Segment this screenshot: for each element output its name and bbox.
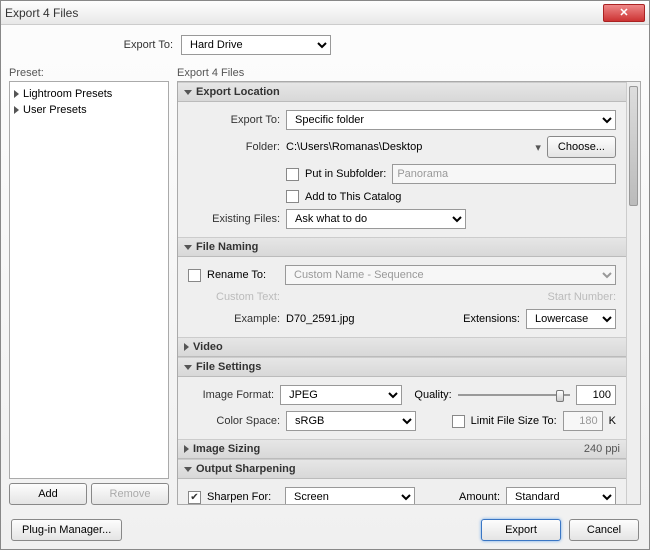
close-icon: ✕ [619,6,628,19]
example-filename: D70_2591.jpg [286,313,355,325]
extensions-select[interactable]: Lowercase [526,309,616,329]
section-video[interactable]: Video [178,337,626,357]
limit-filesize-checkbox[interactable] [452,415,465,428]
sharpen-amount-select[interactable]: Standard [506,487,616,505]
chevron-right-icon [184,445,189,453]
chevron-down-icon [184,365,192,370]
add-catalog-checkbox[interactable] [286,190,299,203]
section-output-sharpening[interactable]: Output Sharpening [178,459,626,479]
rename-template-select[interactable]: Custom Name - Sequence [285,265,616,285]
section-file-settings[interactable]: File Settings [178,357,626,377]
preset-item-user[interactable]: User Presets [14,102,164,118]
section-image-sizing[interactable]: Image Sizing240 ppi [178,439,626,459]
right-header: Export 4 Files [177,65,641,81]
chevron-down-icon [184,245,192,250]
chevron-right-icon [184,343,189,351]
sharpen-for-select[interactable]: Screen [285,487,415,505]
chevron-right-icon [14,106,19,114]
scrollbar[interactable] [626,82,640,504]
plugin-manager-button[interactable]: Plug-in Manager... [11,519,122,541]
limit-filesize-input[interactable] [563,411,603,431]
section-export-location[interactable]: Export Location [178,82,626,102]
add-button[interactable]: Add [9,483,87,505]
body: Preset: Lightroom Presets User Presets A… [1,65,649,511]
chevron-right-icon [14,90,19,98]
section-file-naming[interactable]: File Naming [178,237,626,257]
titlebar: Export 4 Files ✕ [1,1,649,25]
right-column: Export 4 Files Export Location Export To… [177,65,641,505]
close-button[interactable]: ✕ [603,4,645,22]
choose-button[interactable]: Choose... [547,136,616,158]
cancel-button[interactable]: Cancel [569,519,639,541]
left-column: Preset: Lightroom Presets User Presets A… [9,65,169,505]
colorspace-select[interactable]: sRGB [286,411,416,431]
export-to-folder-select[interactable]: Specific folder [286,110,616,130]
remove-button[interactable]: Remove [91,483,169,505]
footer: Plug-in Manager... Export Cancel [1,511,649,549]
subfolder-checkbox[interactable] [286,168,299,181]
image-format-select[interactable]: JPEG [280,385,402,405]
existing-files-select[interactable]: Ask what to do [286,209,466,229]
chevron-down-icon [184,467,192,472]
sharpen-checkbox[interactable] [188,491,201,504]
preset-list[interactable]: Lightroom Presets User Presets [9,81,169,479]
top-row: Export To: Hard Drive [1,25,649,65]
panel-stack: Export Location Export To:Specific folde… [177,81,641,505]
preset-header: Preset: [9,65,169,81]
subfolder-input[interactable] [392,164,616,184]
export-to-label: Export To: [13,39,173,51]
quality-input[interactable] [576,385,616,405]
window-title: Export 4 Files [5,6,603,20]
rename-checkbox[interactable] [188,269,201,282]
export-button[interactable]: Export [481,519,561,541]
quality-slider[interactable] [458,388,570,402]
preset-item-lightroom[interactable]: Lightroom Presets [14,86,164,102]
folder-path: C:\Users\Romanas\Desktop [286,141,529,153]
export-to-select[interactable]: Hard Drive [181,35,331,55]
dialog-window: Export 4 Files ✕ Export To: Hard Drive P… [0,0,650,550]
chevron-down-icon [184,90,192,95]
